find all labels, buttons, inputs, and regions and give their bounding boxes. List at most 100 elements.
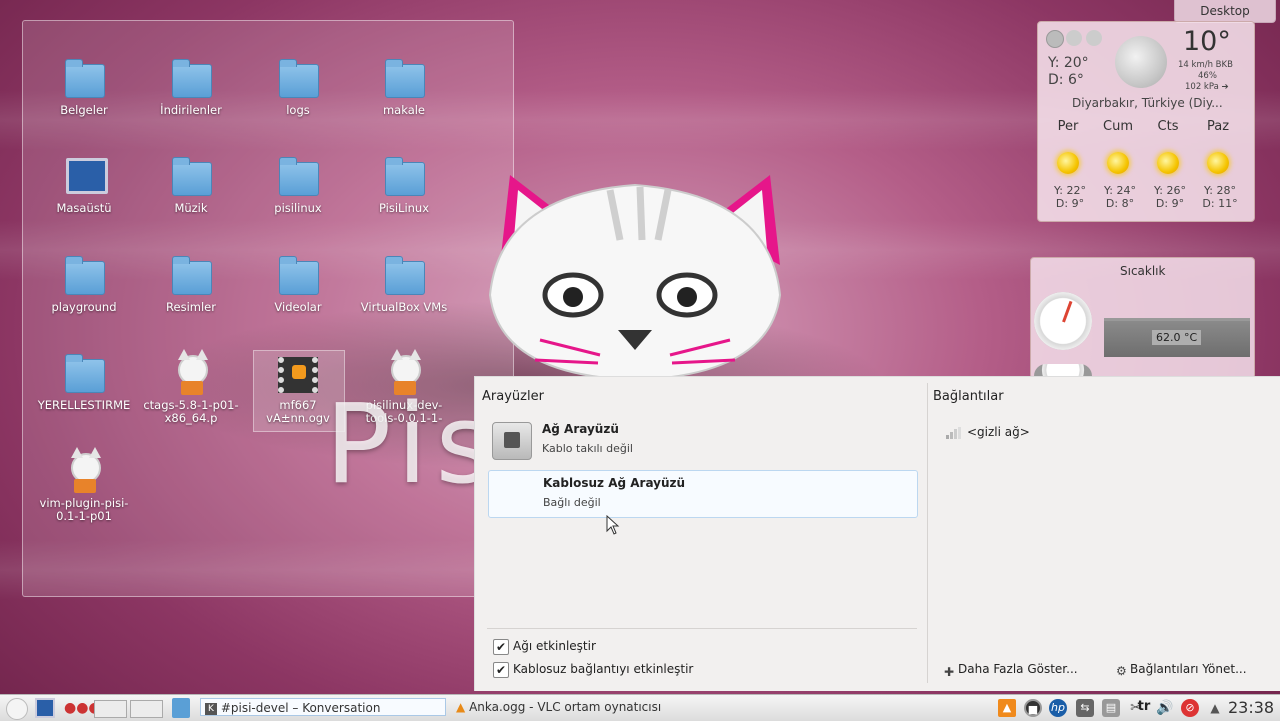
desktop-icon[interactable]: Masaüstü bbox=[34, 156, 134, 215]
enable-wireless-checkbox[interactable]: ✔ bbox=[493, 662, 509, 678]
weather-location: Diyarbakır, Türkiye (Diy... bbox=[1072, 96, 1223, 110]
folder-icon bbox=[169, 58, 213, 102]
desktop-icon[interactable]: vim-plugin-pisi-0.1-1-p01 bbox=[34, 447, 134, 523]
pisi-package-icon bbox=[169, 349, 213, 397]
sun-icon bbox=[1107, 152, 1129, 174]
mouse-cursor-icon bbox=[606, 515, 620, 535]
enable-network-checkbox[interactable]: ✔ bbox=[493, 639, 509, 655]
weather-settings-icon[interactable] bbox=[1046, 30, 1064, 48]
desktop-icon-label: Belgeler bbox=[60, 103, 108, 117]
desktop-icon[interactable]: PisiLinux bbox=[354, 156, 454, 215]
klipper-icon[interactable]: ▤ bbox=[1102, 699, 1120, 717]
manage-connections-button[interactable]: Bağlantıları Yönet... bbox=[1130, 662, 1247, 676]
folder-icon bbox=[382, 58, 426, 102]
temperature-gauge-icon bbox=[1034, 364, 1092, 376]
desktop-icon[interactable]: ctags-5.8-1-p01-x86_64.p bbox=[141, 349, 241, 425]
keyboard-layout-indicator[interactable]: tr bbox=[1132, 698, 1156, 716]
desktop-icon[interactable]: Müzik bbox=[141, 156, 241, 215]
folder-icon bbox=[62, 353, 106, 397]
folder-icon bbox=[382, 156, 426, 200]
forecast-high: Y: 28° bbox=[1204, 184, 1236, 197]
today-high: Y: 20° bbox=[1048, 55, 1089, 71]
folder-icon bbox=[169, 255, 213, 299]
folder-icon bbox=[62, 58, 106, 102]
folder-icon bbox=[276, 255, 320, 299]
desktop-icon[interactable]: playground bbox=[34, 255, 134, 314]
desktop-icon-label: pisilinux bbox=[274, 201, 322, 215]
sun-icon bbox=[1207, 152, 1229, 174]
vlc-tray-icon[interactable]: ▲ bbox=[998, 699, 1016, 717]
interface-item-wired[interactable]: Ağ Arayüzü Kablo takılı değil bbox=[488, 417, 916, 463]
options-divider bbox=[487, 628, 917, 629]
stop-icon[interactable]: ■ bbox=[1024, 699, 1042, 717]
connection-item-hidden[interactable]: <gizli ağ> bbox=[967, 425, 1030, 439]
wind-icon bbox=[1086, 30, 1102, 46]
interface-status: Kablo takılı değil bbox=[542, 442, 633, 455]
forecast-day: Paz bbox=[1206, 119, 1230, 134]
thermometer-icon bbox=[1066, 30, 1082, 46]
forecast-high: Y: 22° bbox=[1054, 184, 1086, 197]
forecast-day: Cts bbox=[1157, 119, 1179, 134]
device-notifier-icon[interactable]: ⇆ bbox=[1076, 699, 1094, 717]
expand-tray-icon[interactable]: ▲ bbox=[1206, 699, 1224, 717]
virtual-desktop-1[interactable] bbox=[94, 700, 127, 718]
desktop-icon[interactable]: VirtualBox VMs bbox=[354, 255, 454, 314]
current-temp: 10° bbox=[1183, 26, 1231, 57]
desktop-icon-label: vim-plugin-pisi-0.1-1-p01 bbox=[39, 496, 129, 523]
folder-icon bbox=[62, 255, 106, 299]
sun-icon bbox=[1157, 152, 1179, 174]
temperature-title: Sıcaklık bbox=[1120, 264, 1166, 278]
desktop-icon-label: Müzik bbox=[174, 201, 208, 215]
forecast-day: Per bbox=[1057, 119, 1079, 134]
interface-status: Bağlı değil bbox=[543, 496, 601, 509]
activities-icon[interactable]: ●●● bbox=[64, 698, 101, 718]
desktop-icon[interactable]: YERELLESTIRME bbox=[34, 353, 134, 412]
enable-network-label: Ağı etkinleştir bbox=[513, 639, 596, 653]
interfaces-heading: Arayüzler bbox=[482, 389, 544, 404]
forecast-low: D: 9° bbox=[1055, 197, 1085, 210]
forecast-high: Y: 24° bbox=[1104, 184, 1136, 197]
desktop-icon[interactable]: İndirilenler bbox=[141, 58, 241, 117]
desktop-icon[interactable]: Videolar bbox=[248, 255, 348, 314]
column-divider bbox=[927, 383, 928, 683]
task-vlc[interactable]: ▲ Anka.ogg - VLC ortam oynatıcısı bbox=[456, 698, 756, 716]
volume-icon[interactable]: 🔊 bbox=[1156, 699, 1174, 717]
enable-wireless-label: Kablosuz bağlantıyı etkinleştir bbox=[513, 662, 694, 676]
forecast-low: D: 11° bbox=[1202, 197, 1238, 210]
network-disconnected-icon[interactable]: ⊘ bbox=[1181, 699, 1199, 717]
konversation-icon: K bbox=[205, 702, 217, 715]
desktop-icon[interactable]: Belgeler bbox=[34, 58, 134, 117]
forecast-day: Cum bbox=[1103, 119, 1133, 134]
task-konversation[interactable]: K #pisi-devel – Konversation bbox=[200, 698, 446, 716]
forecast-low: D: 8° bbox=[1105, 197, 1135, 210]
pisi-package-icon bbox=[62, 447, 106, 495]
desktop-icon[interactable]: Resimler bbox=[141, 255, 241, 314]
desktop-icon-label: YERELLESTIRME bbox=[37, 398, 131, 412]
interface-item-wireless[interactable]: Kablosuz Ağ Arayüzü Bağlı değil bbox=[488, 470, 918, 518]
desktop-monitor-icon bbox=[62, 156, 108, 200]
vlc-cone-icon: ▲ bbox=[456, 700, 466, 714]
folder-icon bbox=[382, 255, 426, 299]
temperature-reading: 62.0 °C bbox=[1152, 330, 1202, 345]
desktop-icon-label: playground bbox=[51, 300, 117, 314]
hp-icon[interactable]: hp bbox=[1049, 699, 1067, 717]
show-more-button[interactable]: Daha Fazla Göster... bbox=[958, 662, 1078, 676]
plus-icon: ✚ bbox=[944, 665, 955, 679]
virtual-desktop-2[interactable] bbox=[130, 700, 163, 718]
clock[interactable]: 23:38 bbox=[1228, 698, 1274, 717]
application-launcher-icon[interactable] bbox=[6, 698, 28, 720]
pisi-cat-illustration bbox=[488, 175, 782, 382]
desktop-toolbox-button[interactable]: Desktop bbox=[1174, 0, 1276, 23]
desktop-icon[interactable]: makale bbox=[354, 58, 454, 117]
desktop-icon-label: İndirilenler bbox=[160, 103, 222, 117]
wind-speed: 14 km/h BKB bbox=[1178, 60, 1233, 70]
show-desktop-icon[interactable] bbox=[35, 698, 55, 718]
desktop-icon[interactable]: logs bbox=[248, 58, 348, 117]
desktop-icon-label: Videolar bbox=[274, 300, 322, 314]
task-label: #pisi-devel – Konversation bbox=[220, 701, 381, 715]
desktop-icon[interactable]: pisilinux bbox=[248, 156, 348, 215]
temperature-gauge-icon bbox=[1034, 292, 1092, 350]
forecast-high: Y: 26° bbox=[1154, 184, 1186, 197]
connections-heading: Bağlantılar bbox=[933, 389, 1004, 404]
folder-icon[interactable] bbox=[172, 698, 190, 718]
